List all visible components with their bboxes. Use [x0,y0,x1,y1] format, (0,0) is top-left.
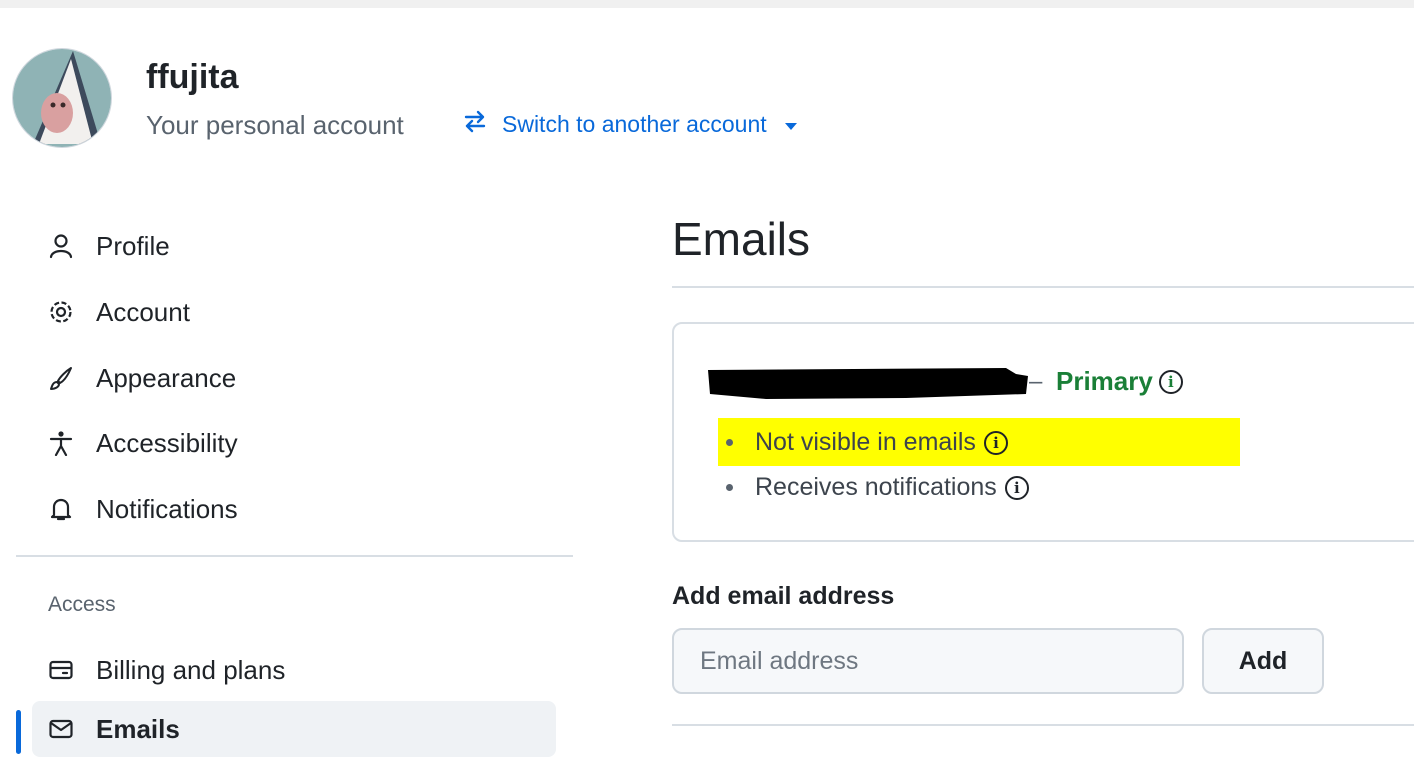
primary-label: Primary [1056,366,1153,396]
sidebar-divider [16,555,573,557]
redacted-email-address [706,364,1028,402]
separator-dash: – [1029,368,1043,395]
page-title: Emails [672,213,811,265]
sidebar-item-label: Profile [96,230,170,261]
accessibility-icon [46,428,76,458]
info-icon[interactable]: i [983,430,1008,455]
add-email-button[interactable]: Add [1202,628,1324,694]
email-property-item: Receives notifications i [726,473,1029,502]
bullet-dot [726,484,733,491]
sidebar-item-accessibility[interactable]: Accessibility [32,415,556,471]
sidebar-item-label: Billing and plans [96,654,286,685]
credit-card-icon [46,655,76,685]
email-address-input[interactable] [672,628,1184,694]
active-indicator [16,710,21,754]
sidebar-item-appearance[interactable]: Appearance [32,350,556,406]
arrow-switch-icon [462,108,488,140]
bullet-dot [726,439,733,446]
sidebar-item-account[interactable]: Account [32,284,556,340]
email-property-label: Not visible in emails [755,428,976,456]
sidebar-item-profile[interactable]: Profile [32,218,556,274]
info-icon[interactable]: i [1158,369,1183,394]
paintbrush-icon [46,363,76,393]
top-bar [0,0,1414,8]
sidebar-item-label: Appearance [96,362,237,393]
add-email-heading: Add email address [672,582,895,610]
sidebar-item-label: Accessibility [96,427,238,458]
sidebar-item-label: Account [96,296,190,327]
switch-account-button[interactable]: Switch to another account [462,108,797,140]
title-divider [672,286,1414,288]
switch-account-label: Switch to another account [502,110,767,137]
person-icon [46,231,76,261]
section-divider [672,724,1414,726]
email-property-item: Not visible in emails i [726,428,1008,457]
mail-icon [46,714,76,744]
info-icon[interactable]: i [1004,475,1029,500]
account-subtitle: Your personal account [146,110,404,140]
sidebar-item-label: Notifications [96,493,238,524]
sidebar-item-notifications[interactable]: Notifications [32,481,556,537]
sidebar-item-label: Emails [96,713,180,744]
account-username: ffujita [146,58,239,96]
email-property-label: Receives notifications [755,473,997,501]
avatar-image [13,49,111,147]
gear-icon [46,297,76,327]
caret-down-icon [784,122,797,130]
sidebar-item-emails[interactable]: Emails [32,701,556,757]
sidebar-item-billing[interactable]: Billing and plans [32,642,556,698]
bell-icon [46,494,76,524]
sidebar-section-heading: Access [48,593,116,616]
primary-badge: Primary i [1056,366,1183,397]
avatar[interactable] [12,48,112,148]
